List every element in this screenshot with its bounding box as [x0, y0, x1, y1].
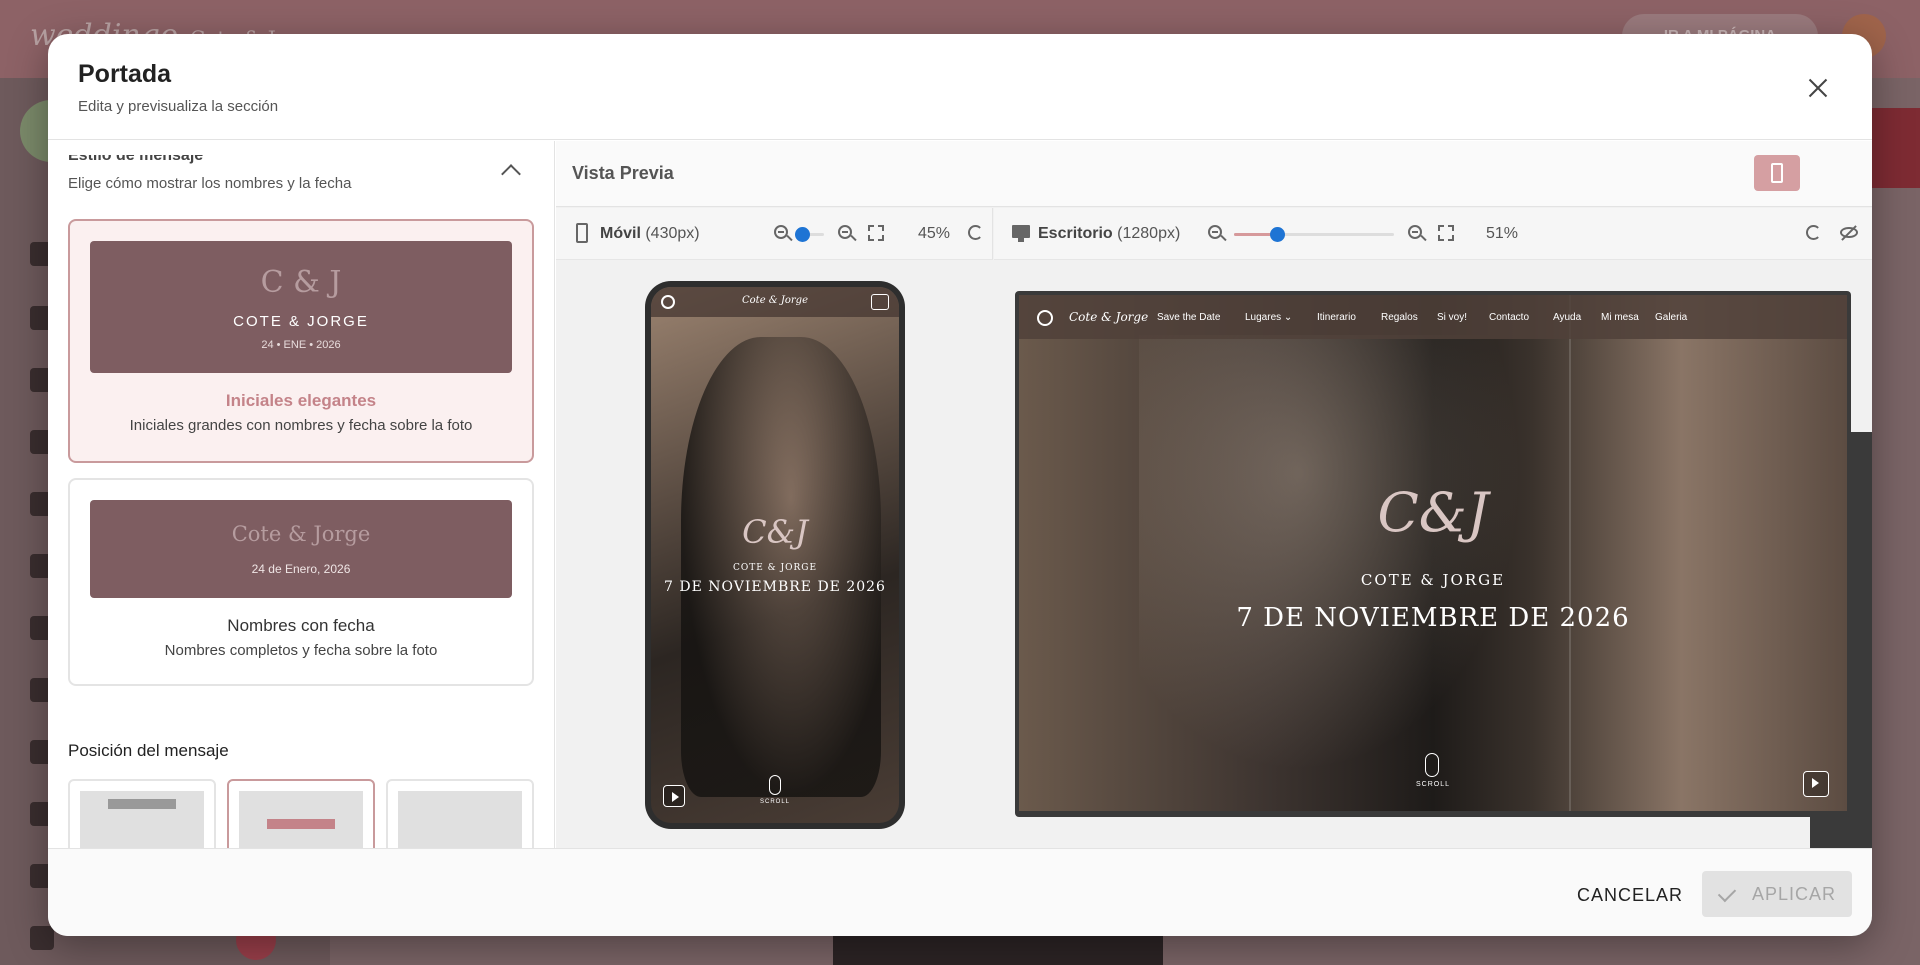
mobile-view-toggle[interactable] — [1754, 155, 1800, 191]
nav-link[interactable]: Regalos — [1381, 312, 1418, 323]
nav-link[interactable]: Si voy! — [1437, 312, 1467, 323]
cover-editor-modal: Portada Edita y previsualiza la sección … — [48, 34, 1872, 936]
scroll-hint: SCROLL — [1415, 781, 1450, 788]
nav-link[interactable]: Contacto — [1489, 312, 1529, 323]
phone-icon — [1771, 163, 1783, 183]
position-marker — [267, 819, 335, 829]
phone-icon — [576, 223, 588, 243]
style-preview: Cote & Jorge 24 de Enero, 2026 — [90, 500, 512, 598]
style-name: Iniciales elegantes — [225, 391, 377, 410]
mobile-zoom-value: 45% — [918, 225, 951, 242]
modal-header: Portada Edita y previsualiza la sección — [48, 34, 1872, 140]
refresh-icon[interactable] — [1806, 225, 1821, 240]
nav-link[interactable]: Itinerario — [1317, 312, 1356, 323]
desktop-zoom-slider[interactable] — [1234, 227, 1394, 242]
zoom-in-icon[interactable] — [838, 225, 852, 239]
cover-initials: C&J — [742, 513, 808, 551]
section-description: Elige cómo mostrar los nombres y la fech… — [68, 175, 352, 192]
mouse-scroll-icon — [1425, 753, 1439, 777]
preview-initials: C & J — [260, 265, 342, 300]
chevron-up-icon[interactable] — [501, 164, 521, 184]
cover-initials: C&J — [1377, 481, 1489, 544]
zoom-in-icon[interactable] — [1408, 225, 1422, 239]
position-option-bottom[interactable] — [386, 779, 534, 848]
background-accent-box — [1870, 108, 1920, 188]
preview-date: 24 de Enero, 2026 — [251, 562, 351, 576]
style-description: Nombres completos y fecha sobre la foto — [164, 642, 438, 659]
mobile-controls: Móvil (430px) 45% — [556, 208, 1020, 260]
mobile-label: Móvil (430px) — [600, 225, 700, 242]
fit-screen-icon[interactable] — [868, 225, 884, 241]
style-option-names-with-date[interactable]: Cote & Jorge 24 de Enero, 2026 Nombres c… — [68, 478, 534, 686]
position-option-center[interactable] — [227, 779, 375, 848]
nav-link[interactable]: Save the Date — [1157, 312, 1220, 323]
check-icon — [1717, 883, 1737, 903]
zoom-out-icon[interactable] — [774, 225, 788, 239]
modal-title: Portada — [78, 60, 172, 88]
position-label: Posición del mensaje — [68, 741, 229, 760]
site-brand: Cote & Jorge — [1069, 310, 1149, 324]
cover-names: COTE & JORGE — [732, 563, 818, 573]
position-option-top[interactable] — [68, 779, 216, 848]
close-icon[interactable] — [1800, 70, 1836, 106]
section-title: Estilo de mensaje — [68, 147, 204, 164]
apply-label: APLICAR — [1752, 884, 1837, 904]
mobile-preview-frame: Cote & Jorge C&J COTE & JORGE 7 DE NOVIE… — [645, 281, 905, 829]
style-name: Nombres con fecha — [227, 616, 375, 635]
desktop-label: Escritorio (1280px) — [1038, 225, 1181, 242]
style-option-elegant-initials[interactable]: C & J COTE & JORGE 24 • ENE • 2026 Inici… — [68, 219, 534, 463]
cover-date: 7 DE NOVIEMBRE DE 2026 — [664, 579, 886, 595]
modal-footer: CANCELAR APLICAR — [48, 848, 1872, 936]
fit-screen-icon[interactable] — [1438, 225, 1454, 241]
preview-title: Vista Previa — [572, 163, 674, 183]
rings-logo-icon — [1037, 310, 1053, 326]
slider-knob[interactable] — [795, 227, 810, 242]
site-navbar: Cote & Jorge Save the Date Lugares ⌄ Iti… — [1019, 295, 1847, 339]
preview-names: COTE & JORGE — [233, 313, 369, 330]
site-brand: Cote & Jorge — [742, 295, 808, 306]
nav-link[interactable]: Galeria — [1655, 312, 1687, 323]
nav-link[interactable]: Mi mesa — [1601, 312, 1639, 323]
scroll-hint: SCROLL — [759, 799, 790, 805]
desktop-controls: Escritorio (1280px) 51% — [994, 208, 1872, 260]
monitor-icon — [1012, 225, 1030, 242]
desktop-preview-screen[interactable]: Cote & Jorge Save the Date Lugares ⌄ Iti… — [1019, 295, 1847, 811]
nav-link[interactable]: Ayuda — [1553, 312, 1581, 323]
cover-names: COTE & JORGE — [1360, 571, 1506, 589]
zoom-out-icon[interactable] — [1208, 225, 1222, 239]
slider-knob[interactable] — [1270, 227, 1285, 242]
hamburger-menu-icon[interactable] — [871, 294, 889, 310]
couple-photo — [1139, 335, 1539, 795]
desktop-preview-frame: Cote & Jorge Save the Date Lugares ⌄ Iti… — [1015, 291, 1851, 817]
refresh-icon[interactable] — [968, 225, 983, 240]
preview-header: Vista Previa — [556, 141, 1872, 936]
preview-names: Cote & Jorge — [231, 522, 371, 546]
modal-subtitle: Edita y previsualiza la sección — [78, 98, 279, 115]
mobile-zoom-slider[interactable] — [795, 227, 824, 242]
style-description: Iniciales grandes con nombres y fecha so… — [129, 417, 473, 434]
play-music-icon[interactable] — [1803, 771, 1829, 797]
editor-panel[interactable]: Estilo de mensaje Elige cómo mostrar los… — [48, 141, 555, 848]
position-thumb — [398, 791, 522, 848]
site-navbar: Cote & Jorge — [651, 287, 899, 317]
apply-button[interactable]: APLICAR — [1702, 871, 1852, 917]
cancel-button[interactable]: CANCELAR — [1570, 873, 1690, 917]
mobile-preview-screen[interactable]: Cote & Jorge C&J COTE & JORGE 7 DE NOVIE… — [651, 287, 899, 823]
hide-icon[interactable] — [1840, 227, 1858, 238]
nav-link[interactable]: Lugares ⌄ — [1245, 312, 1292, 323]
photo-divider — [1569, 295, 1571, 811]
cover-date: 7 DE NOVIEMBRE DE 2026 — [1236, 603, 1630, 633]
style-preview: C & J COTE & JORGE 24 • ENE • 2026 — [90, 241, 512, 373]
preview-date: 24 • ENE • 2026 — [261, 339, 341, 351]
mouse-scroll-icon — [769, 775, 781, 795]
desktop-zoom-value: 51% — [1486, 225, 1519, 242]
position-marker — [108, 799, 176, 809]
